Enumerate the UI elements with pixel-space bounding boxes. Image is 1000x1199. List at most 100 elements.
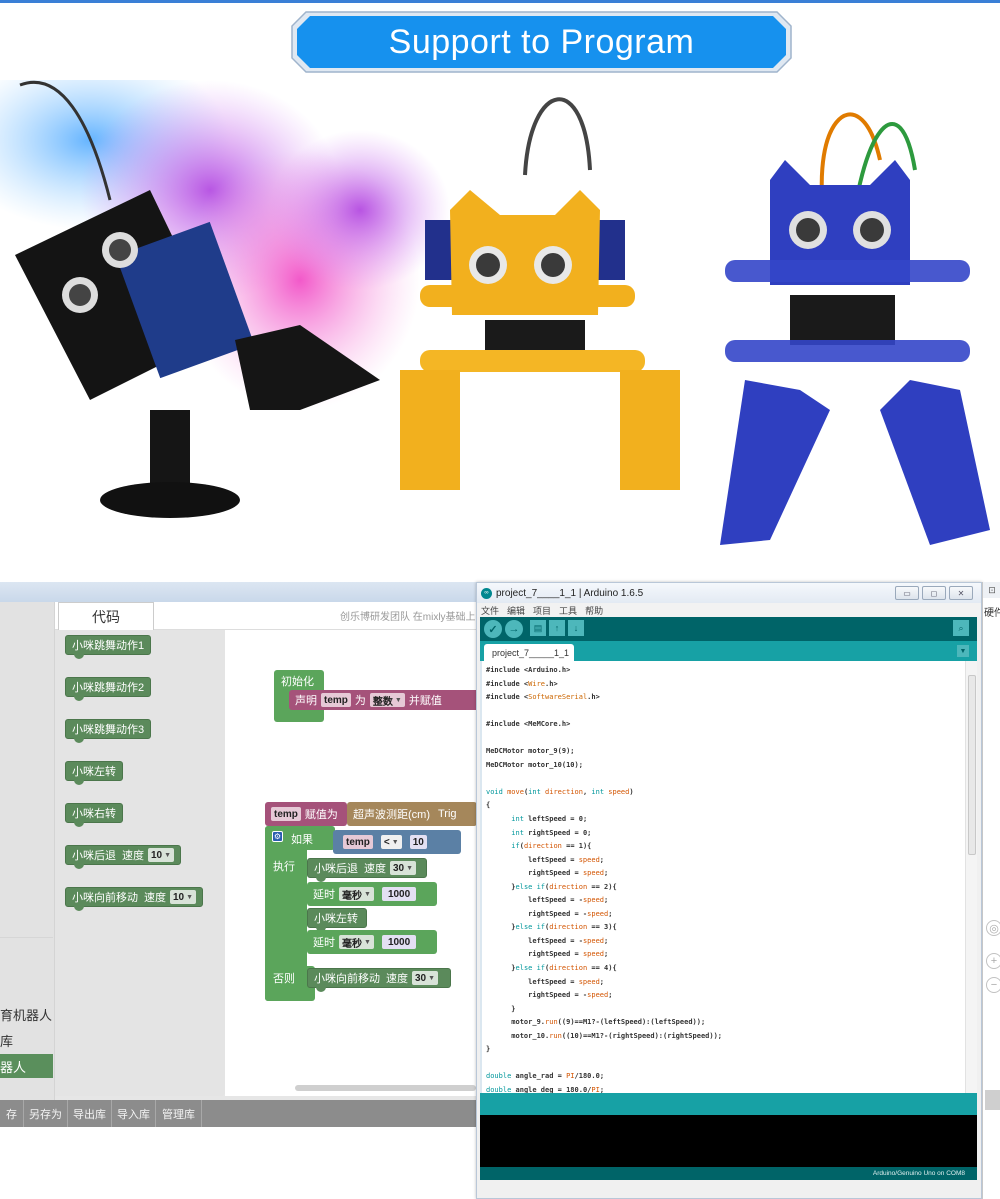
save-button[interactable]: 存 bbox=[0, 1100, 24, 1127]
speed-value: 30 bbox=[415, 972, 427, 984]
palette-block[interactable]: 小咪右转 bbox=[65, 803, 123, 827]
menu-sketch[interactable]: 项目 bbox=[533, 604, 551, 617]
palette-block[interactable]: 小咪跳舞动作3 bbox=[65, 719, 152, 743]
recenter-icon[interactable]: ◎ bbox=[986, 920, 1000, 936]
save-as-button[interactable]: 另存为 bbox=[24, 1100, 68, 1127]
number-field[interactable]: 10 bbox=[409, 835, 427, 849]
unit-value: 毫秒 bbox=[342, 890, 362, 902]
speed-dropdown[interactable]: 10 ▼ bbox=[148, 848, 175, 862]
mixly-window: 育机器人 库 器人 代码 创乐博研发团队 在mixly基础上 小咪跳舞动作1 小… bbox=[0, 582, 476, 1127]
category-item[interactable]: 育机器人 bbox=[0, 1002, 53, 1026]
compare-block[interactable]: temp < ▼ 10 bbox=[333, 830, 461, 854]
category-item[interactable]: 库 bbox=[0, 1028, 53, 1052]
speed-dropdown[interactable]: 10 ▼ bbox=[170, 890, 197, 904]
save-sketch-button[interactable]: ↓ bbox=[568, 620, 584, 636]
open-icon: ↑ bbox=[554, 623, 560, 633]
code-line: #include <SoftwareSerial.h> bbox=[486, 693, 600, 702]
maximize-button[interactable]: ◻ bbox=[922, 586, 946, 600]
unit-dropdown[interactable]: 毫秒 ▼ bbox=[339, 887, 374, 902]
code-line: int leftSpeed = 0; bbox=[511, 815, 588, 824]
ultrasonic-block[interactable]: 超声波测距(cm) Trig bbox=[347, 802, 476, 826]
var-field[interactable]: temp bbox=[271, 807, 301, 821]
manage-library-button[interactable]: 管理库 bbox=[156, 1100, 202, 1127]
else-label: 否则 bbox=[273, 973, 295, 985]
tab-code[interactable]: 代码 bbox=[58, 602, 154, 630]
trash-area bbox=[985, 1090, 1000, 1110]
type-dropdown[interactable]: 整数 ▼ bbox=[369, 693, 405, 708]
block-label: 小咪向前移动 bbox=[314, 973, 380, 985]
code-line: MeDCMotor motor_10(10); bbox=[486, 760, 583, 769]
menu-tools[interactable]: 工具 bbox=[559, 604, 577, 617]
number-field[interactable]: 1000 bbox=[381, 887, 417, 901]
import-library-button[interactable]: 导入库 bbox=[112, 1100, 156, 1127]
bottom-toolbar: 存 另存为 导出库 导入库 管理库 bbox=[0, 1100, 476, 1127]
serial-monitor-button[interactable]: ⌕ bbox=[953, 620, 969, 636]
type-value: 整数 bbox=[372, 696, 393, 708]
blue-robot bbox=[720, 112, 990, 545]
var-field[interactable]: temp bbox=[343, 835, 373, 849]
sensor-label: 超声波测距(cm) bbox=[353, 809, 430, 821]
block-workspace[interactable]: 初始化 声明 temp 为 整数 ▼ 并赋值 temp 赋值为 超声波测距(cm)… bbox=[225, 630, 476, 1096]
palette-block[interactable]: 小咪跳舞动作2 bbox=[65, 677, 152, 701]
top-border-line bbox=[0, 0, 1000, 3]
menu-help[interactable]: 帮助 bbox=[585, 604, 603, 617]
block-label: 小咪跳舞动作3 bbox=[72, 724, 145, 736]
unit-dropdown[interactable]: 毫秒 ▼ bbox=[339, 935, 374, 950]
operator-dropdown[interactable]: < ▼ bbox=[380, 835, 402, 849]
code-line: int rightSpeed = 0; bbox=[511, 828, 592, 837]
speed-dropdown[interactable]: 30 ▼ bbox=[390, 861, 417, 875]
workspace-horizontal-scrollbar[interactable] bbox=[295, 1085, 476, 1091]
tab-menu-button[interactable]: ▼ bbox=[957, 645, 969, 657]
speed-dropdown[interactable]: 30 ▼ bbox=[412, 971, 439, 985]
software-screenshot: 育机器人 库 器人 代码 创乐博研发团队 在mixly基础上 小咪跳舞动作1 小… bbox=[0, 582, 1000, 1199]
arduino-logo-icon: ∞ bbox=[481, 587, 492, 599]
code-line: }else if(direction == 2){ bbox=[486, 882, 617, 891]
ide-toolbar: ✓ → ▤ ↑ ↓ ⌕ bbox=[480, 617, 977, 641]
number-field[interactable]: 1000 bbox=[381, 935, 417, 949]
sketch-tab[interactable]: project_7_____1_1 bbox=[484, 644, 574, 661]
delay-block[interactable]: 延时 毫秒 ▼ 1000 bbox=[307, 882, 437, 906]
close-button[interactable]: ✕ bbox=[949, 586, 973, 600]
palette-block[interactable]: 小咪向前移动 速度 10 ▼ bbox=[65, 887, 204, 911]
export-library-button[interactable]: 导出库 bbox=[68, 1100, 112, 1127]
forward-block[interactable]: 小咪向前移动 速度 30 ▼ bbox=[307, 968, 451, 992]
banner-title: Support to Program bbox=[388, 22, 695, 61]
palette-block[interactable]: 小咪跳舞动作1 bbox=[65, 635, 152, 659]
code-line: #include <Arduino.h> bbox=[486, 666, 571, 674]
category-list: 育机器人 库 器人 bbox=[0, 602, 55, 1100]
category-label: 库 bbox=[0, 1033, 14, 1049]
block-label: 小咪左转 bbox=[314, 913, 358, 925]
window-icon: ⊡ bbox=[983, 582, 1000, 598]
code-editor[interactable]: #include <Arduino.h> #include <Wire.h> #in… bbox=[480, 661, 977, 1093]
open-button[interactable]: ↑ bbox=[549, 620, 565, 636]
code-line: double angle_deg = 180.0/PI; bbox=[486, 1085, 605, 1093]
upload-button[interactable]: → bbox=[505, 620, 523, 638]
zoom-out-icon[interactable]: − bbox=[986, 977, 1000, 993]
code-line: leftSpeed = -speed; bbox=[486, 936, 609, 945]
declare-block[interactable]: 声明 temp 为 整数 ▼ 并赋值 bbox=[289, 690, 476, 710]
menu-edit[interactable]: 编辑 bbox=[507, 604, 525, 617]
new-file-icon: ▤ bbox=[533, 622, 543, 633]
new-button[interactable]: ▤ bbox=[530, 620, 546, 636]
verify-button[interactable]: ✓ bbox=[484, 620, 502, 638]
category-item-active[interactable]: 器人 bbox=[0, 1054, 53, 1078]
chevron-down-icon: ▼ bbox=[959, 647, 967, 655]
editor-vertical-scrollbar[interactable] bbox=[965, 661, 977, 1093]
turn-left-block[interactable]: 小咪左转 bbox=[307, 908, 367, 932]
gear-icon[interactable]: ⚙ bbox=[272, 831, 283, 842]
zoom-in-icon[interactable]: + bbox=[986, 953, 1000, 969]
code-line: { bbox=[486, 801, 491, 810]
minimize-button[interactable]: ▭ bbox=[895, 586, 919, 600]
palette-block[interactable]: 小咪左转 bbox=[65, 761, 123, 785]
menu-file[interactable]: 文件 bbox=[481, 604, 499, 617]
code-line: rightSpeed = speed; bbox=[486, 950, 609, 959]
backward-block[interactable]: 小咪后退 速度 30 ▼ bbox=[307, 858, 427, 882]
category-label: 器人 bbox=[0, 1059, 27, 1075]
code-line: }else if(direction == 4){ bbox=[486, 964, 617, 973]
scrollbar-thumb[interactable] bbox=[968, 675, 976, 855]
palette-block[interactable]: 小咪后退 速度 10 ▼ bbox=[65, 845, 182, 869]
var-field[interactable]: temp bbox=[321, 693, 351, 707]
delay-block[interactable]: 延时 毫秒 ▼ 1000 bbox=[307, 930, 437, 954]
assign-block[interactable]: temp 赋值为 bbox=[265, 802, 347, 826]
